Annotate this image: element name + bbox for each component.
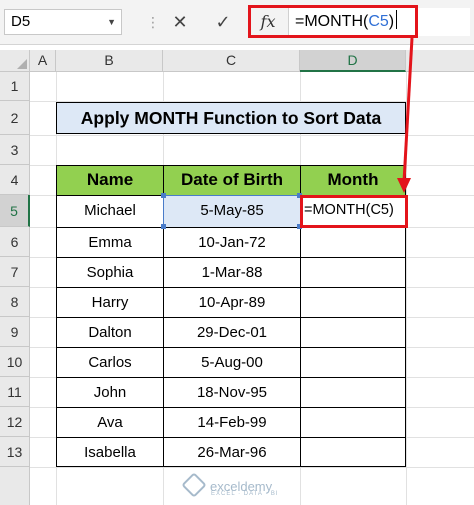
cell-name[interactable]: Dalton: [56, 317, 164, 348]
cell-month[interactable]: [300, 287, 406, 318]
row-header-3[interactable]: 3: [0, 135, 30, 165]
name-box[interactable]: D5 ▼: [4, 9, 122, 35]
row-header-9[interactable]: 9: [0, 317, 30, 347]
cell-name[interactable]: Michael: [56, 195, 164, 228]
select-all-button[interactable]: [0, 50, 30, 72]
formula-bar: D5 ▼ ⋮ ✕ ✓ fx =MONTH(C5): [0, 0, 474, 45]
table-header-date-of-birth[interactable]: Date of Birth: [163, 165, 301, 196]
row-header-12[interactable]: 12: [0, 407, 30, 437]
formula-highlight-box: [248, 5, 418, 38]
exceldemy-watermark: exceldemy EXCEL · DATA · BI: [181, 472, 278, 500]
cell-name[interactable]: Harry: [56, 287, 164, 318]
exceldemy-logo-icon: [181, 472, 207, 498]
chevron-down-icon[interactable]: ▼: [107, 10, 116, 34]
cell-month[interactable]: [300, 227, 406, 258]
column-header-b[interactable]: B: [56, 50, 163, 72]
cell-date-of-birth[interactable]: 1-Mar-88: [163, 257, 301, 288]
row-header-7[interactable]: 7: [0, 257, 30, 287]
cell-month[interactable]: [300, 347, 406, 378]
cell-date-of-birth[interactable]: 5-May-85: [163, 195, 301, 228]
cell-name[interactable]: Sophia: [56, 257, 164, 288]
row-header-6[interactable]: 6: [0, 227, 30, 257]
column-header-c[interactable]: C: [163, 50, 300, 72]
cell-date-of-birth[interactable]: 14-Feb-99: [163, 407, 301, 438]
row-header-2[interactable]: 2: [0, 101, 30, 135]
row-header-5[interactable]: 5: [0, 195, 30, 227]
enter-check-icon[interactable]: ✓: [210, 8, 236, 36]
select-all-triangle-icon: [17, 59, 27, 69]
cell-name[interactable]: John: [56, 377, 164, 408]
cell-name[interactable]: Isabella: [56, 437, 164, 467]
name-box-value: D5: [11, 13, 31, 30]
cell-month[interactable]: [300, 437, 406, 467]
cell-month[interactable]: [300, 377, 406, 408]
cell-date-of-birth[interactable]: 10-Apr-89: [163, 287, 301, 318]
row-header-14[interactable]: [0, 467, 30, 505]
cell-date-of-birth[interactable]: 26-Mar-96: [163, 437, 301, 467]
cell-date-of-birth[interactable]: 18-Nov-95: [163, 377, 301, 408]
cell-date-of-birth[interactable]: 29-Dec-01: [163, 317, 301, 348]
cell-name[interactable]: Ava: [56, 407, 164, 438]
cell-date-of-birth[interactable]: 5-Aug-00: [163, 347, 301, 378]
column-header-d[interactable]: D: [300, 50, 406, 72]
cell-month[interactable]: [300, 407, 406, 438]
sheet-title[interactable]: Apply MONTH Function to Sort Data: [56, 102, 406, 134]
cell-month[interactable]: [300, 317, 406, 348]
column-header-e[interactable]: [406, 50, 474, 72]
row-header-13[interactable]: 13: [0, 437, 30, 467]
watermark-tagline: EXCEL · DATA · BI: [211, 491, 279, 497]
cell-name[interactable]: Emma: [56, 227, 164, 258]
reference-handle[interactable]: [161, 224, 166, 229]
cancel-icon[interactable]: ✕: [167, 8, 193, 36]
cell-date-of-birth[interactable]: 10-Jan-72: [163, 227, 301, 258]
column-header-a[interactable]: A: [30, 50, 56, 72]
table-header-name[interactable]: Name: [56, 165, 164, 196]
grid-line: [30, 467, 474, 468]
row-header-8[interactable]: 8: [0, 287, 30, 317]
reference-handle[interactable]: [161, 193, 166, 198]
cell-month[interactable]: [300, 257, 406, 288]
cell-name[interactable]: Carlos: [56, 347, 164, 378]
row-header-10[interactable]: 10: [0, 347, 30, 377]
active-cell-highlight-box: [300, 195, 408, 228]
drag-handle-icon[interactable]: ⋮: [146, 14, 160, 31]
table-header-month[interactable]: Month: [300, 165, 406, 196]
grid-line: [30, 135, 474, 136]
row-header-1[interactable]: 1: [0, 72, 30, 101]
grid-line: [406, 72, 407, 505]
row-header-11[interactable]: 11: [0, 377, 30, 407]
row-header-4[interactable]: 4: [0, 165, 30, 195]
